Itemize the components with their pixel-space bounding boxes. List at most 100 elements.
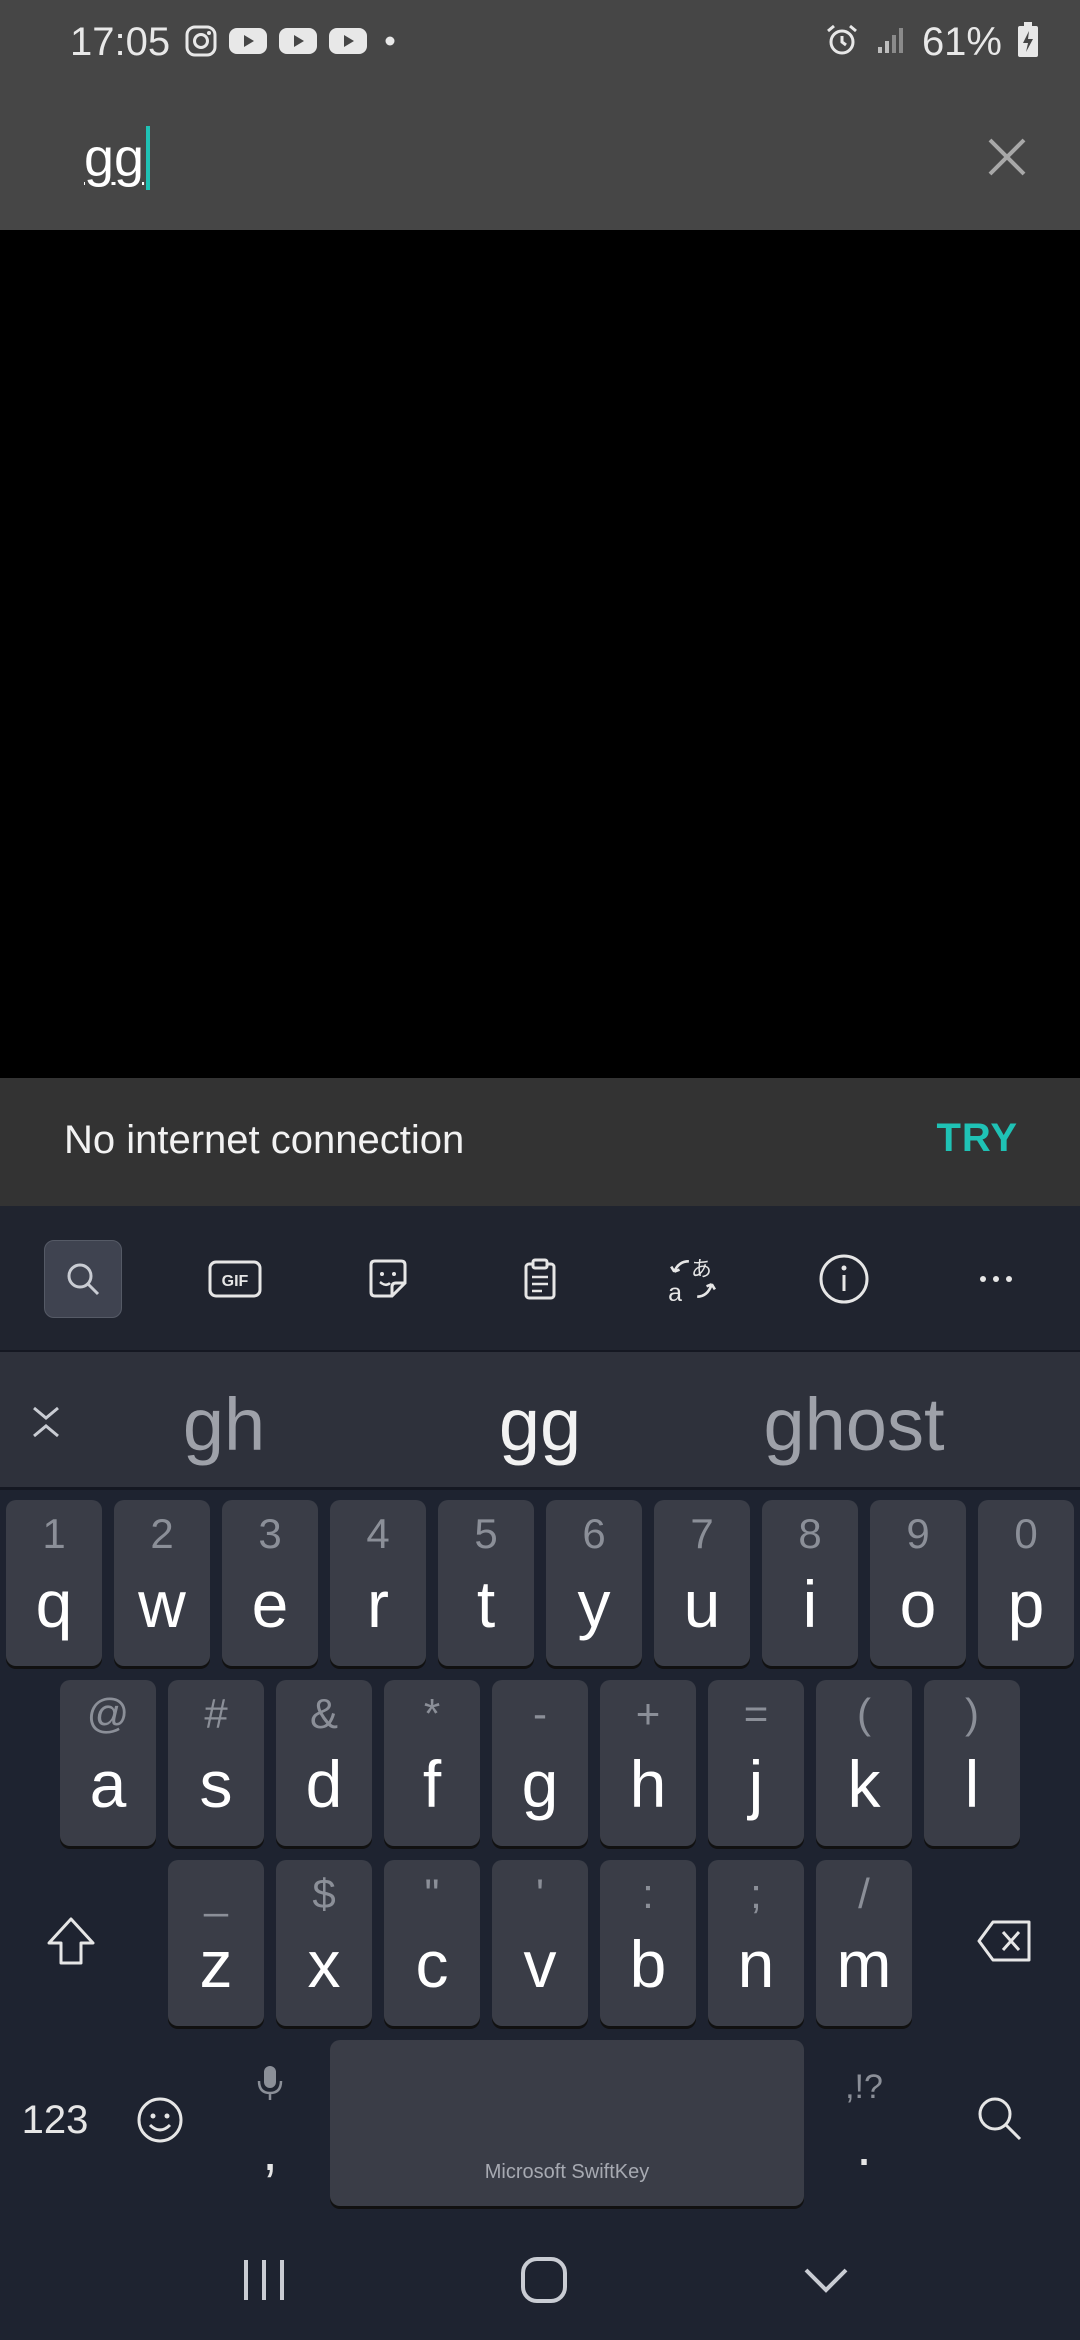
dot-icon: [378, 26, 402, 61]
key-hint: #: [204, 1690, 228, 1737]
key-w[interactable]: 2w: [114, 1500, 210, 1666]
key-label: p: [1007, 1567, 1045, 1641]
key-label: k: [847, 1747, 881, 1821]
keyboard-toolbar: GIF aあ: [0, 1206, 1080, 1350]
key-label: u: [683, 1567, 721, 1641]
key-label: j: [748, 1747, 764, 1821]
key-d[interactable]: & d: [276, 1680, 372, 1846]
key-label: h: [629, 1747, 667, 1821]
comma-label: ,: [262, 2119, 278, 2182]
snackbar-message: No internet connection: [64, 1118, 465, 1162]
key-label: x: [307, 1927, 341, 2001]
key-label: w: [138, 1567, 186, 1641]
info-icon[interactable]: [805, 1240, 883, 1318]
key-hint: ": [424, 1870, 440, 1917]
signal-icon: [874, 23, 908, 62]
youtube-icon: [278, 26, 318, 61]
key-p[interactable]: 0p: [978, 1500, 1074, 1666]
recents-icon[interactable]: [234, 2250, 294, 2310]
key-c[interactable]: " c: [384, 1860, 480, 2026]
instagram-icon: [184, 24, 218, 63]
key-v[interactable]: ' v: [492, 1860, 588, 2026]
gif-icon[interactable]: GIF: [196, 1240, 274, 1318]
key-hint: -: [533, 1690, 547, 1737]
key-label: v: [523, 1927, 557, 2001]
svg-text:a: a: [668, 1279, 682, 1305]
key-label: s: [199, 1747, 233, 1821]
key-h[interactable]: + h: [600, 1680, 696, 1846]
backspace-icon[interactable]: [970, 1906, 1040, 1976]
search-icon[interactable]: [44, 1240, 122, 1318]
key-m[interactable]: / m: [816, 1860, 912, 2026]
period-key[interactable]: ,!? .: [824, 2040, 904, 2206]
key-label: c: [415, 1927, 449, 2001]
back-icon[interactable]: [796, 2250, 856, 2310]
key-label: t: [476, 1567, 496, 1641]
key-o[interactable]: 9o: [870, 1500, 966, 1666]
youtube-icon: [328, 26, 368, 61]
key-n[interactable]: ; n: [708, 1860, 804, 2026]
key-t[interactable]: 5t: [438, 1500, 534, 1666]
key-f[interactable]: * f: [384, 1680, 480, 1846]
period-label: .: [856, 2114, 872, 2177]
space-bar-label: Microsoft SwiftKey: [484, 2161, 650, 2183]
key-hint: ': [535, 1870, 545, 1917]
search-key[interactable]: [964, 2080, 1034, 2160]
comma-key[interactable]: ,: [230, 2040, 310, 2206]
sticker-icon[interactable]: [349, 1240, 427, 1318]
key-hint: 6: [582, 1510, 606, 1557]
key-label: g: [521, 1747, 559, 1821]
close-icon[interactable]: [982, 132, 1032, 182]
search-header: gg: [0, 88, 1080, 230]
key-label: q: [35, 1567, 73, 1641]
key-l[interactable]: ) l: [924, 1680, 1020, 1846]
key-a[interactable]: @ a: [60, 1680, 156, 1846]
key-r[interactable]: 4r: [330, 1500, 426, 1666]
status-bar: 17:05 61%: [0, 0, 1080, 88]
key-hint: 7: [690, 1510, 714, 1557]
suggestion-2[interactable]: gg: [390, 1382, 690, 1467]
search-input[interactable]: gg: [84, 126, 151, 190]
key-q[interactable]: 1q: [6, 1500, 102, 1666]
home-icon[interactable]: [514, 2250, 574, 2310]
key-label: e: [251, 1567, 289, 1641]
key-g[interactable]: -g: [492, 1680, 588, 1846]
key-s[interactable]: # s: [168, 1680, 264, 1846]
key-hint: +: [635, 1690, 661, 1737]
key-hint: 0: [1014, 1510, 1038, 1557]
numbers-key[interactable]: 123: [10, 2080, 100, 2160]
microphone-icon: [255, 2063, 285, 2108]
youtube-icon: [228, 26, 268, 61]
suggestion-1[interactable]: gh: [74, 1382, 374, 1467]
key-hint: =: [743, 1690, 769, 1737]
key-y[interactable]: 6y: [546, 1500, 642, 1666]
key-u[interactable]: 7u: [654, 1500, 750, 1666]
key-i[interactable]: 8i: [762, 1500, 858, 1666]
key-label: m: [836, 1927, 892, 2001]
key-label: b: [629, 1927, 667, 2001]
translate-icon[interactable]: aあ: [653, 1240, 731, 1318]
key-hint: 8: [798, 1510, 822, 1557]
key-hint: 4: [366, 1510, 390, 1557]
key-label: o: [899, 1567, 937, 1641]
try-button[interactable]: TRY: [936, 1116, 1018, 1161]
suggestion-3[interactable]: ghost: [704, 1382, 1004, 1467]
key-e[interactable]: 3e: [222, 1500, 318, 1666]
key-j[interactable]: = j: [708, 1680, 804, 1846]
collapse-icon[interactable]: [26, 1402, 66, 1442]
search-icon: [973, 2092, 1025, 2149]
key-hint: /: [858, 1870, 870, 1917]
key-x[interactable]: $ x: [276, 1860, 372, 2026]
clipboard-icon[interactable]: [501, 1240, 579, 1318]
key-b[interactable]: :b: [600, 1860, 696, 2026]
shift-icon[interactable]: [36, 1906, 106, 1976]
text-caret: [146, 126, 151, 190]
key-k[interactable]: (k: [816, 1680, 912, 1846]
key-hint: ): [965, 1690, 979, 1737]
more-icon[interactable]: [957, 1240, 1035, 1318]
key-z[interactable]: _ z: [168, 1860, 264, 2026]
results-area: [0, 230, 1080, 1078]
space-bar[interactable]: Microsoft SwiftKey: [330, 2040, 804, 2206]
key-hint: *: [423, 1690, 441, 1737]
emoji-icon[interactable]: [130, 2080, 190, 2160]
